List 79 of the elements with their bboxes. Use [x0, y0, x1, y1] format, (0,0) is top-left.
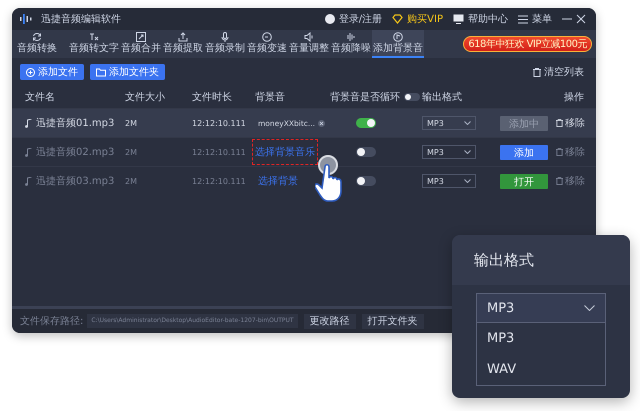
popup-title: 输出格式 — [452, 235, 630, 285]
file-name: 迅捷音频03.mp3 — [36, 174, 114, 188]
toggle-switch[interactable] — [356, 118, 376, 128]
expand-icon — [136, 32, 146, 42]
monitor-icon — [453, 14, 464, 24]
file-size: 2M — [125, 148, 138, 156]
format-select[interactable]: MP3 — [422, 145, 476, 159]
column-header: 文件名 — [25, 90, 56, 104]
help-link[interactable]: 帮助中心 — [468, 12, 508, 26]
file-duration: 12:12:10.111 — [192, 118, 247, 128]
close-icon[interactable] — [576, 14, 586, 24]
file-size: 2M — [125, 176, 138, 186]
change-path-button[interactable]: 更改路径 — [304, 314, 356, 328]
diamond-icon — [392, 14, 404, 24]
clock-icon — [262, 32, 272, 42]
action-button[interactable]: 添加 — [500, 144, 548, 160]
chevron-down-icon — [464, 150, 471, 154]
promo-button[interactable]: 618年中狂欢 VIP立减100元 — [463, 36, 592, 52]
menu-link[interactable]: 菜单 — [532, 12, 552, 26]
format-select[interactable]: MP3 — [422, 174, 476, 188]
tool-tab[interactable]: 音频变速 — [246, 30, 288, 58]
trash-icon — [556, 177, 563, 185]
file-size: 2M — [125, 118, 138, 128]
avatar-icon[interactable] — [324, 14, 335, 24]
toggle-switch[interactable] — [404, 93, 420, 101]
format-select[interactable]: MP3 — [476, 293, 606, 323]
tool-tab[interactable]: 音频录制 — [204, 30, 246, 58]
tool-tab[interactable]: 音频降噪 — [330, 30, 372, 58]
format-option[interactable]: MP3 — [477, 323, 605, 354]
column-header: 输出格式 — [422, 90, 463, 104]
refresh-icon — [32, 32, 42, 42]
upload-icon — [178, 32, 188, 42]
speaker-icon — [304, 32, 314, 42]
column-header: 文件大小 — [125, 90, 166, 104]
chevron-down-icon — [584, 305, 595, 311]
tool-tab[interactable]: 添加背景音 — [372, 30, 424, 58]
plus-circle-icon — [26, 68, 35, 76]
toggle-switch[interactable] — [356, 147, 376, 157]
microphone-icon — [220, 32, 230, 42]
toggle-switch[interactable] — [356, 176, 376, 186]
save-path-label: 文件保存路径: — [20, 314, 84, 328]
trash-icon — [556, 119, 563, 127]
menu-icon[interactable] — [518, 14, 528, 24]
waveform-icon — [346, 32, 356, 42]
folder-icon — [96, 68, 106, 76]
clear-list-button[interactable]: 清空列表 — [533, 65, 584, 79]
file-name: 迅捷音频01.mp3 — [36, 116, 114, 130]
file-duration: 12:12:10.111 — [192, 148, 247, 156]
format-option[interactable]: WAV — [477, 354, 605, 385]
music-note-icon — [25, 148, 32, 156]
add-file-button[interactable]: 添加文件 — [20, 64, 84, 80]
tool-tab[interactable]: 音频转文字 — [68, 30, 120, 58]
column-header: 背景音 — [255, 90, 286, 104]
chevron-down-icon — [464, 179, 471, 183]
file-name: 迅捷音频02.mp3 — [36, 146, 114, 159]
column-header: 操作 — [564, 91, 585, 104]
window-title: 迅捷音频编辑软件 — [41, 12, 121, 26]
clear-icon[interactable] — [318, 120, 326, 126]
chevron-down-icon — [464, 121, 471, 125]
login-link[interactable]: 登录/注册 — [338, 12, 382, 26]
text-convert-icon — [89, 32, 99, 42]
trash-icon — [556, 148, 563, 156]
music-note-icon — [25, 176, 32, 186]
tool-tab[interactable]: 音量调整 — [288, 30, 330, 58]
format-select[interactable]: MP3 — [422, 116, 476, 130]
file-duration: 12:12:10.111 — [192, 176, 247, 186]
waveform-logo-icon — [20, 14, 34, 24]
remove-button[interactable]: 移除 — [556, 116, 585, 130]
trash-icon — [533, 68, 541, 76]
action-button[interactable]: 打开 — [500, 174, 548, 188]
vip-link[interactable]: 购买VIP — [407, 12, 443, 26]
open-folder-button[interactable]: 打开文件夹 — [362, 314, 424, 328]
music-note-icon — [25, 118, 32, 128]
add-folder-button[interactable]: 添加文件夹 — [90, 64, 165, 80]
column-header: 背景音是否循环 — [330, 90, 400, 104]
tool-tab[interactable]: 音频合并 — [120, 30, 162, 58]
column-header: 文件时长 — [192, 90, 233, 104]
tool-tab[interactable]: 音频提取 — [162, 30, 204, 58]
tool-tab[interactable]: 音频转换 — [16, 30, 58, 58]
